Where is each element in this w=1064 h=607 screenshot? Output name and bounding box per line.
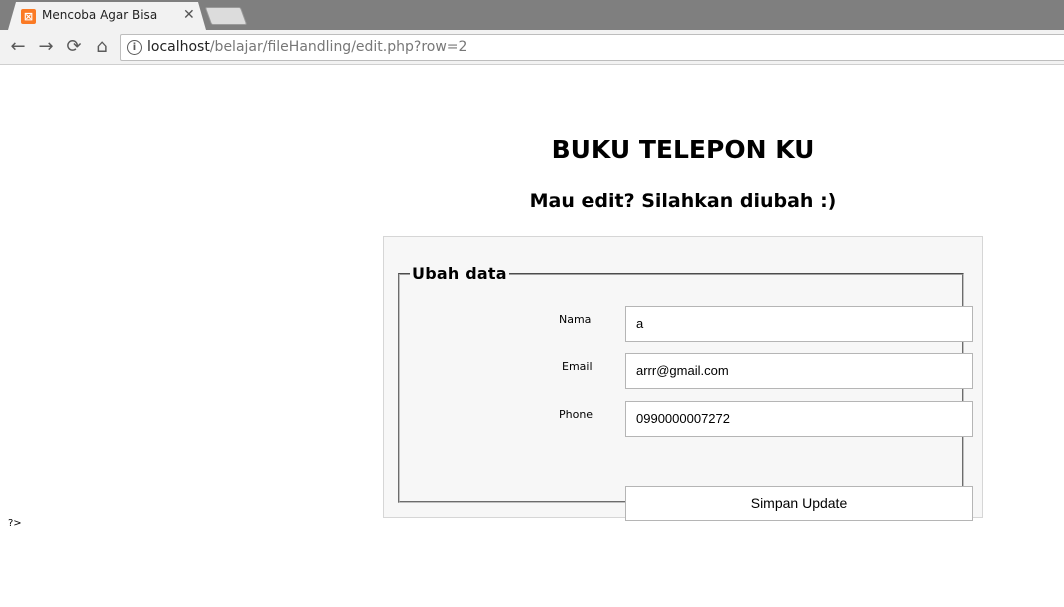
forward-icon[interactable]: → xyxy=(35,36,57,58)
page-subtitle: Mau edit? Silahkan diubah :) xyxy=(529,190,837,212)
new-tab-button[interactable] xyxy=(204,7,248,25)
browser-tab[interactable]: ⊠ Mencoba Agar Bisa ✕ xyxy=(8,2,206,30)
url-host: localhost xyxy=(147,39,210,55)
url-path: /belajar/fileHandling/edit.php?row=2 xyxy=(209,39,468,55)
stray-php-text: ?> xyxy=(8,518,22,529)
tab-strip: ⊠ Mencoba Agar Bisa ✕ xyxy=(0,0,1064,30)
reload-icon[interactable]: ⟳ xyxy=(63,36,85,58)
edit-fieldset: Ubah data Nama a Email arrr@gmail.com Ph… xyxy=(398,264,973,521)
fieldset-legend: Ubah data xyxy=(410,264,509,283)
browser-toolbar: ← → ⟳ ⌂ i localhost/belajar/fileHandling… xyxy=(0,30,1064,65)
xampp-favicon-icon: ⊠ xyxy=(21,9,36,24)
home-icon[interactable]: ⌂ xyxy=(91,36,113,58)
email-label: Email xyxy=(562,360,593,373)
page-title: BUKU TELEPON KU xyxy=(551,135,815,164)
url-text[interactable]: localhost/belajar/fileHandling/edit.php?… xyxy=(147,39,467,55)
email-input[interactable]: arrr@gmail.com xyxy=(625,353,973,389)
address-bar[interactable]: i localhost/belajar/fileHandling/edit.ph… xyxy=(120,34,1064,61)
form-panel: Ubah data Nama a Email arrr@gmail.com Ph… xyxy=(383,236,983,521)
back-icon[interactable]: ← xyxy=(7,36,29,58)
phone-input[interactable]: 0990000007272 xyxy=(625,401,973,437)
close-tab-icon[interactable]: ✕ xyxy=(183,7,195,23)
tab-title: Mencoba Agar Bisa xyxy=(42,8,158,22)
nama-input[interactable]: a xyxy=(625,306,973,342)
phone-label: Phone xyxy=(559,408,594,421)
site-info-icon[interactable]: i xyxy=(127,40,142,55)
nama-label: Nama xyxy=(559,313,592,326)
simpan-update-button[interactable]: Simpan Update xyxy=(625,486,973,521)
